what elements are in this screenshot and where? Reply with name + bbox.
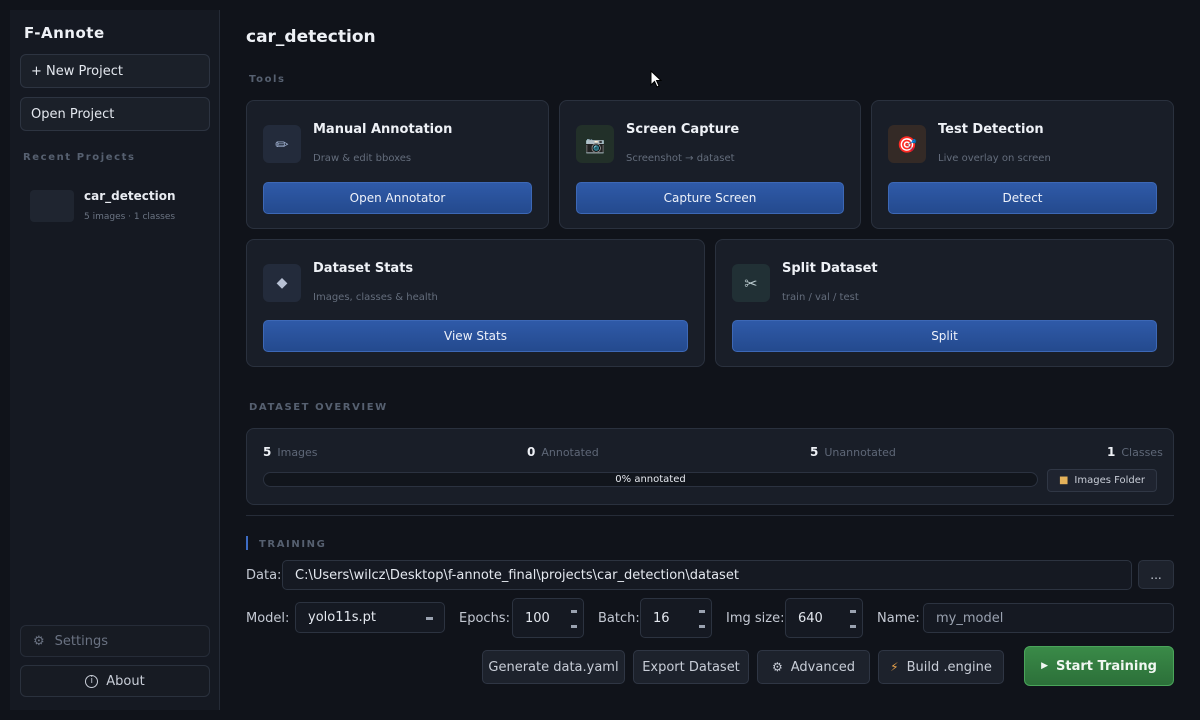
settings-button[interactable]: ⚙ Settings — [20, 625, 210, 657]
spin-arrows-icon[interactable] — [571, 610, 577, 628]
batch-spinbox[interactable]: 16 — [640, 598, 712, 638]
img-size-spinbox[interactable]: 640 — [785, 598, 863, 638]
capture-screen-button[interactable]: Capture Screen — [576, 182, 844, 214]
card-subtitle: Draw & edit bboxes — [313, 153, 412, 164]
card-title: Test Detection — [938, 122, 1044, 137]
play-icon: ▶ — [1041, 661, 1049, 671]
section-divider — [246, 515, 1174, 516]
images-folder-button[interactable]: ■ Images Folder — [1047, 469, 1157, 492]
folder-icon: ■ — [1058, 475, 1069, 486]
images-stat: 5 Images — [263, 445, 318, 459]
recent-projects-label: Recent Projects — [23, 152, 136, 163]
lightning-icon: ⚡ — [890, 660, 899, 674]
recent-project-meta: 5 images · 1 classes — [84, 212, 176, 222]
epochs-label: Epochs: — [459, 611, 510, 626]
data-path-input[interactable]: C:\Users\wilcz\Desktop\f-annote_final\pr… — [282, 560, 1132, 590]
recent-project-item[interactable]: car_detection 5 images · 1 classes — [20, 182, 210, 232]
card-subtitle: train / val / test — [782, 292, 859, 303]
name-label: Name: — [877, 611, 920, 626]
export-dataset-button[interactable]: Export Dataset — [633, 650, 749, 684]
unannotated-stat: 5 Unannotated — [810, 445, 896, 459]
sidebar: F-Annote + New Project Open Project Rece… — [10, 10, 220, 710]
card-subtitle: Live overlay on screen — [938, 153, 1051, 164]
target-icon: 🎯 — [888, 125, 926, 163]
advanced-label: Advanced — [790, 659, 855, 675]
build-engine-button[interactable]: ⚡ Build .engine — [878, 650, 1004, 684]
classes-stat: 1 Classes — [1107, 445, 1163, 459]
screen-capture-card: 📷 Screen Capture Screenshot → dataset Ca… — [559, 100, 861, 229]
about-button[interactable]: i About — [20, 665, 210, 697]
annotated-stat: 0 Annotated — [527, 445, 599, 459]
model-name-input[interactable]: my_model — [923, 603, 1174, 633]
unannotated-count: 5 — [810, 445, 819, 459]
view-stats-button[interactable]: View Stats — [263, 320, 688, 352]
dropdown-icon — [426, 617, 433, 620]
detect-button[interactable]: Detect — [888, 182, 1157, 214]
recent-project-name: car_detection — [84, 189, 176, 203]
gear-icon: ⚙ — [33, 633, 45, 649]
batch-value: 16 — [653, 610, 670, 626]
classes-label: Classes — [1121, 446, 1163, 459]
generate-yaml-button[interactable]: Generate data.yaml — [482, 650, 625, 684]
pencil-icon: ✏ — [263, 125, 301, 163]
unannotated-label: Unannotated — [824, 446, 896, 459]
annotation-progress-bar: 0% annotated — [263, 472, 1038, 487]
img-size-value: 640 — [798, 610, 823, 626]
data-label: Data: — [246, 568, 282, 583]
start-training-button[interactable]: ▶ Start Training — [1024, 646, 1174, 686]
camera-icon: 📷 — [576, 125, 614, 163]
advanced-button[interactable]: ⚙ Advanced — [757, 650, 870, 684]
card-subtitle: Screenshot → dataset — [626, 153, 735, 164]
model-value: yolo11s.pt — [308, 610, 377, 625]
model-label: Model: — [246, 611, 290, 626]
tools-label: Tools — [249, 74, 286, 85]
about-label: About — [106, 673, 145, 689]
epochs-value: 100 — [525, 610, 550, 626]
open-project-button[interactable]: Open Project — [20, 97, 210, 131]
images-count: 5 — [263, 445, 272, 459]
annotated-count: 0 — [527, 445, 536, 459]
split-dataset-card: ✂ Split Dataset train / val / test Split — [715, 239, 1174, 367]
app-brand: F-Annote — [24, 24, 105, 42]
browse-data-button[interactable]: ... — [1138, 560, 1174, 589]
epochs-spinbox[interactable]: 100 — [512, 598, 584, 638]
info-icon: i — [85, 674, 99, 688]
settings-label: Settings — [54, 633, 108, 649]
dataset-overview-panel: 5 Images 0 Annotated 5 Unannotated 1 Classes… — [246, 428, 1174, 505]
progress-text: 0% annotated — [615, 474, 686, 485]
dataset-stats-card: ◆ Dataset Stats Images, classes & health… — [246, 239, 705, 367]
manual-annotation-card: ✏ Manual Annotation Draw & edit bboxes O… — [246, 100, 549, 229]
scissors-icon: ✂ — [732, 264, 770, 302]
spin-arrows-icon[interactable] — [850, 610, 856, 628]
spin-arrows-icon[interactable] — [699, 610, 705, 628]
page-title: car_detection — [246, 27, 376, 47]
card-subtitle: Images, classes & health — [313, 292, 438, 303]
batch-label: Batch: — [598, 611, 640, 626]
card-title: Screen Capture — [626, 122, 740, 137]
card-title: Manual Annotation — [313, 122, 453, 137]
project-thumbnail — [30, 190, 74, 222]
card-title: Dataset Stats — [313, 261, 414, 276]
img-size-label: Img size: — [726, 611, 785, 626]
training-accent-bar — [246, 536, 248, 550]
model-select[interactable]: yolo11s.pt — [295, 602, 445, 633]
images-label: Images — [277, 446, 318, 459]
start-training-label: Start Training — [1056, 658, 1157, 674]
images-folder-label: Images Folder — [1074, 475, 1146, 486]
build-engine-label: Build .engine — [906, 659, 992, 675]
open-annotator-button[interactable]: Open Annotator — [263, 182, 532, 214]
gear-icon: ⚙ — [772, 660, 783, 674]
split-button[interactable]: Split — [732, 320, 1157, 352]
card-title: Split Dataset — [782, 261, 878, 276]
new-project-button[interactable]: + New Project — [20, 54, 210, 88]
diamond-icon: ◆ — [263, 264, 301, 302]
app-window: F-Annote + New Project Open Project Rece… — [0, 0, 1200, 720]
training-label: TRAINING — [259, 539, 327, 550]
classes-count: 1 — [1107, 445, 1116, 459]
test-detection-card: 🎯 Test Detection Live overlay on screen … — [871, 100, 1174, 229]
mouse-cursor-icon — [650, 70, 662, 88]
dataset-overview-label: DATASET OVERVIEW — [249, 402, 388, 413]
annotated-label: Annotated — [541, 446, 599, 459]
